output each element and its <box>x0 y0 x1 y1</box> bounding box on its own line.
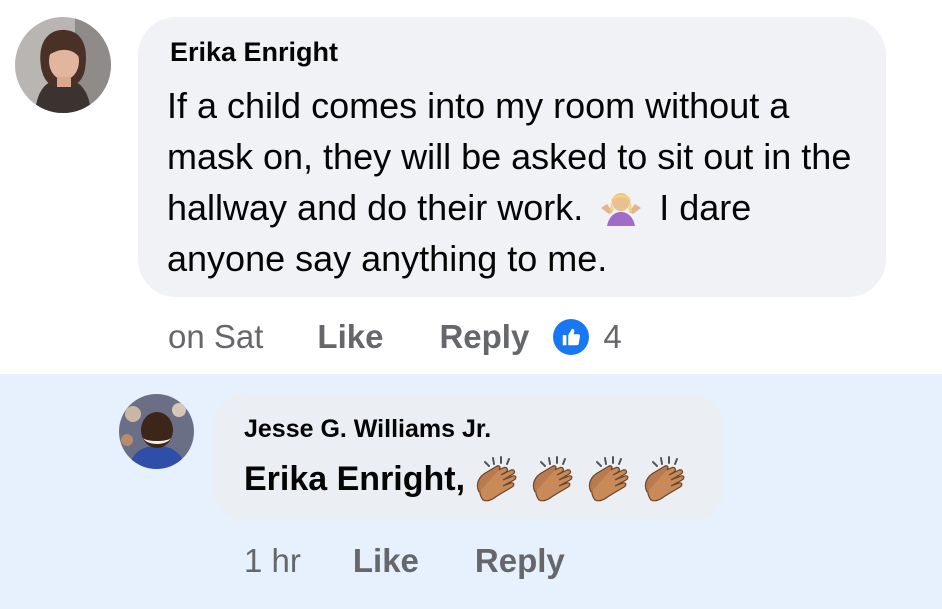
reply-text-content: Erika Enright, <box>244 459 466 498</box>
clapping-hands-icon <box>641 456 689 502</box>
reply-button[interactable]: Reply <box>475 542 565 580</box>
reaction-summary[interactable]: 4 <box>553 318 622 356</box>
clapping-hands-icon <box>585 456 633 502</box>
reply-actions: 1 hr Like Reply <box>244 542 565 580</box>
reply-button[interactable]: Reply <box>439 318 529 356</box>
reply-text: Erika Enright, <box>244 456 689 502</box>
comment-text: If a child comes into my room without a … <box>167 80 867 284</box>
clapping-hands-icon <box>473 456 521 502</box>
reply-timestamp[interactable]: 1 hr <box>244 542 301 580</box>
comment-timestamp[interactable]: on Sat <box>168 318 263 356</box>
like-button[interactable]: Like <box>317 318 383 356</box>
person-shrugging-emoji-icon <box>599 186 643 228</box>
avatar[interactable] <box>15 17 111 113</box>
comment-actions: on Sat Like Reply 4 <box>168 318 622 356</box>
like-button[interactable]: Like <box>353 542 419 580</box>
avatar[interactable] <box>119 394 194 469</box>
like-icon <box>553 319 590 355</box>
clapping-hands-icon <box>529 456 577 502</box>
reaction-count: 4 <box>603 318 622 355</box>
comment-author[interactable]: Erika Enright <box>170 37 338 68</box>
reply-author[interactable]: Jesse G. Williams Jr. <box>244 415 491 444</box>
